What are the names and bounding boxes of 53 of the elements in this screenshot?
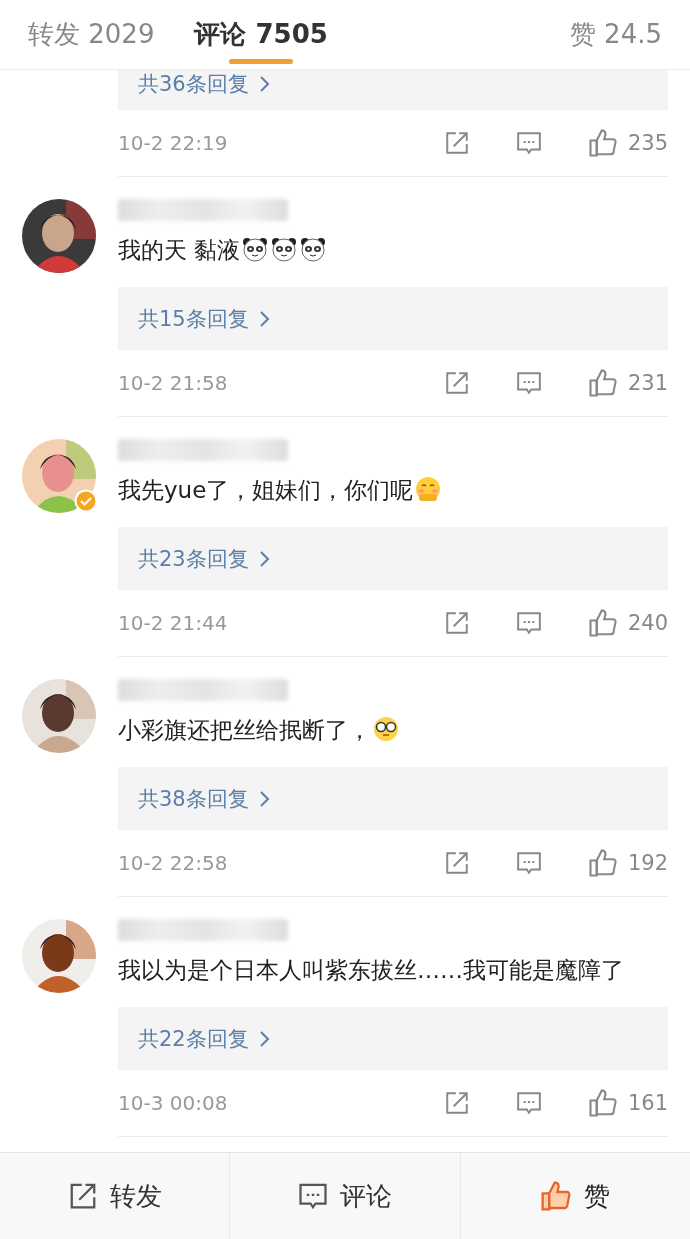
tab[interactable]: 评论 7505 xyxy=(194,0,328,70)
action-button[interactable]: 赞 xyxy=(459,1152,690,1239)
replies-link[interactable]: 共36条回复 xyxy=(138,70,271,98)
share-icon[interactable] xyxy=(443,130,470,156)
comment-time: 10-2 21:44 xyxy=(118,611,229,635)
panda-emoji-icon xyxy=(299,235,328,263)
comment-text: 我先yue了，姐妹们，你们呢 xyxy=(118,467,668,513)
like-count: 161 xyxy=(627,1091,668,1115)
share-icon[interactable] xyxy=(443,370,470,396)
like-count: 235 xyxy=(627,131,668,155)
chevron-right-icon xyxy=(258,1029,271,1048)
comment-icon[interactable] xyxy=(298,1181,328,1211)
comment-time: 10-2 22:58 xyxy=(118,851,229,875)
tab[interactable]: 赞 24.5 xyxy=(569,0,662,70)
like-count: 231 xyxy=(627,371,668,395)
chevron-right-icon xyxy=(258,549,271,568)
like-count: 240 xyxy=(627,611,668,635)
replies-link[interactable]: 共22条回复 xyxy=(138,1024,271,1053)
tab-underline xyxy=(229,58,294,64)
action-button[interactable]: 评论 xyxy=(229,1152,460,1239)
thumbs-up-icon[interactable] xyxy=(587,1088,618,1118)
comment-time: 10-2 22:19 xyxy=(118,131,229,155)
replies-link[interactable]: 共38条回复 xyxy=(138,784,271,813)
share-icon[interactable] xyxy=(443,610,470,636)
glasses-emoji-icon xyxy=(372,715,400,743)
comment-text: 我以为是个日本人叫紫东拔丝……我可能是魔障了 xyxy=(118,956,625,985)
comment-icon[interactable] xyxy=(515,610,542,636)
thumbs-up-icon[interactable] xyxy=(587,608,618,638)
comment-icon[interactable] xyxy=(515,1090,542,1116)
chevron-right-icon xyxy=(258,789,271,808)
thumbs-up-icon[interactable] xyxy=(587,128,618,158)
share-icon[interactable] xyxy=(443,850,470,876)
blushing-emoji-icon xyxy=(414,475,443,503)
panda-emoji-icon xyxy=(270,235,299,263)
chevron-right-icon xyxy=(258,309,271,328)
action-button[interactable]: 转发 xyxy=(0,1152,230,1239)
share-icon[interactable] xyxy=(443,1090,470,1116)
comment-text: 我的天 黏液 xyxy=(118,227,668,273)
thumbs-up-icon[interactable] xyxy=(587,368,618,398)
thumbs-up-icon[interactable] xyxy=(587,848,618,878)
thumbs-up-icon[interactable] xyxy=(540,1180,573,1212)
tab[interactable]: 转发 2029 xyxy=(28,0,155,70)
comment-text: 小彩旗还把丝给抿断了， xyxy=(118,707,668,753)
panda-emoji-icon xyxy=(241,235,270,263)
comment-time: 10-2 21:58 xyxy=(118,371,229,395)
comment-icon[interactable] xyxy=(515,370,542,396)
comment-time: 10-3 00:08 xyxy=(118,1091,229,1115)
like-count: 192 xyxy=(627,851,668,875)
comment-icon[interactable] xyxy=(515,850,542,876)
replies-link[interactable]: 共23条回复 xyxy=(138,544,271,573)
comment-icon[interactable] xyxy=(515,130,542,156)
replies-link[interactable]: 共15条回复 xyxy=(138,304,271,333)
chevron-right-icon xyxy=(258,75,271,93)
